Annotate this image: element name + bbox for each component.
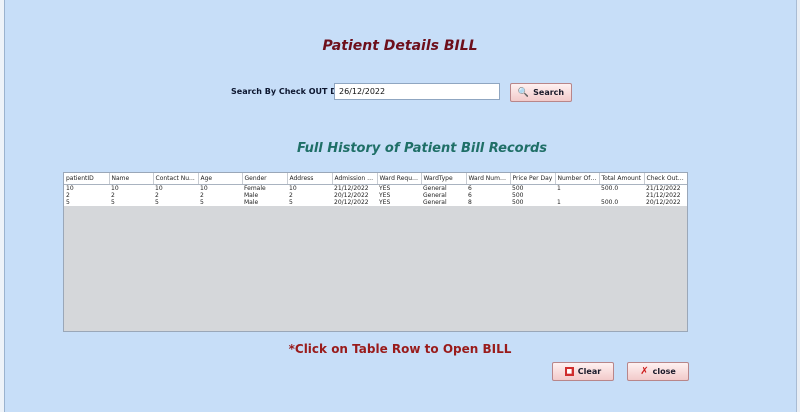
table-row[interactable]: 10 10 10 10 Female 10 21/12/2022 YES Gen… <box>64 184 687 192</box>
column-header[interactable]: Admission D... <box>332 173 378 185</box>
close-button[interactable]: ✗ close <box>627 362 689 381</box>
table-cell: 2 <box>109 192 153 199</box>
column-header[interactable]: Number Of ... <box>555 173 600 185</box>
table-cell: 10 <box>153 184 198 192</box>
column-header[interactable]: Total Amount <box>599 173 645 185</box>
table-cell: 6 <box>466 184 510 192</box>
table-cell: 5 <box>109 199 153 206</box>
table-cell: 1 <box>555 199 599 206</box>
history-title: Full History of Patient Bill Records <box>296 141 548 156</box>
table-cell: 10 <box>64 184 109 192</box>
table-cell: 5 <box>198 199 242 206</box>
close-button-label: close <box>652 367 676 376</box>
table-cell: YES <box>377 199 421 206</box>
table-cell: 1 <box>555 184 599 192</box>
table-row[interactable]: 2 2 2 2 Male 2 20/12/2022 YES General 6 … <box>64 192 687 199</box>
table-cell: 5 <box>287 199 332 206</box>
search-button[interactable]: 🔍 Search <box>510 83 572 102</box>
search-button-label: Search <box>533 88 565 97</box>
column-header[interactable]: Check Out ... <box>644 173 687 185</box>
table-cell: Female <box>242 184 287 192</box>
open-bill-hint: *Click on Table Row to Open BILL <box>288 342 512 356</box>
column-header[interactable]: Ward Reque... <box>377 173 422 185</box>
table-cell: 10 <box>287 184 332 192</box>
close-icon: ✗ <box>640 366 649 377</box>
table-cell <box>555 192 599 199</box>
column-header[interactable]: Address <box>287 173 333 185</box>
table-cell: General <box>421 184 466 192</box>
table-cell: 500 <box>510 184 555 192</box>
column-header[interactable]: Contact Nu... <box>153 173 199 185</box>
table-cell: 21/12/2022 <box>644 192 687 199</box>
table-cell: General <box>421 199 466 206</box>
table-cell: Male <box>242 192 287 199</box>
table-header-row: patientID Name Contact Nu... Age Gender … <box>64 173 687 185</box>
table-cell: 2 <box>287 192 332 199</box>
table-cell: 500 <box>510 199 555 206</box>
table-cell: 20/12/2022 <box>332 192 377 199</box>
table-cell: 500.0 <box>599 184 644 192</box>
table-cell: 500 <box>510 192 555 199</box>
column-header[interactable]: Gender <box>242 173 288 185</box>
table-cell: YES <box>377 192 421 199</box>
clear-icon: ■ <box>564 367 574 376</box>
table-row[interactable]: 5 5 5 5 Male 5 20/12/2022 YES General 8 … <box>64 199 687 206</box>
table-cell: YES <box>377 184 421 192</box>
column-header[interactable]: Name <box>109 173 154 185</box>
table-cell <box>599 192 644 199</box>
table-cell: 500.0 <box>599 199 644 206</box>
table-cell: 2 <box>198 192 242 199</box>
table-cell: 21/12/2022 <box>644 184 687 192</box>
table-cell: 10 <box>198 184 242 192</box>
table-cell: 20/12/2022 <box>332 199 377 206</box>
checkout-date-input[interactable] <box>334 83 500 100</box>
clear-button[interactable]: ■ Clear <box>552 362 614 381</box>
table-cell: 5 <box>153 199 198 206</box>
table-cell: 20/12/2022 <box>644 199 687 206</box>
table-cell: 10 <box>109 184 153 192</box>
column-header[interactable]: Ward Number <box>466 173 511 185</box>
bill-records-table[interactable]: patientID Name Contact Nu... Age Gender … <box>63 172 688 332</box>
column-header[interactable]: patientID <box>64 173 110 185</box>
search-icon: 🔍 <box>517 87 530 98</box>
table-cell: 5 <box>64 199 109 206</box>
page-title: Patient Details BILL <box>322 38 478 54</box>
table-cell: 2 <box>64 192 109 199</box>
table-cell: 2 <box>153 192 198 199</box>
column-header[interactable]: Age <box>198 173 243 185</box>
clear-button-label: Clear <box>577 367 602 376</box>
table-cell: 8 <box>466 199 510 206</box>
column-header[interactable]: Price Per Day <box>510 173 556 185</box>
table-cell: General <box>421 192 466 199</box>
table-cell: 21/12/2022 <box>332 184 377 192</box>
column-header[interactable]: WardType <box>421 173 467 185</box>
table-cell: 6 <box>466 192 510 199</box>
table-cell: Male <box>242 199 287 206</box>
